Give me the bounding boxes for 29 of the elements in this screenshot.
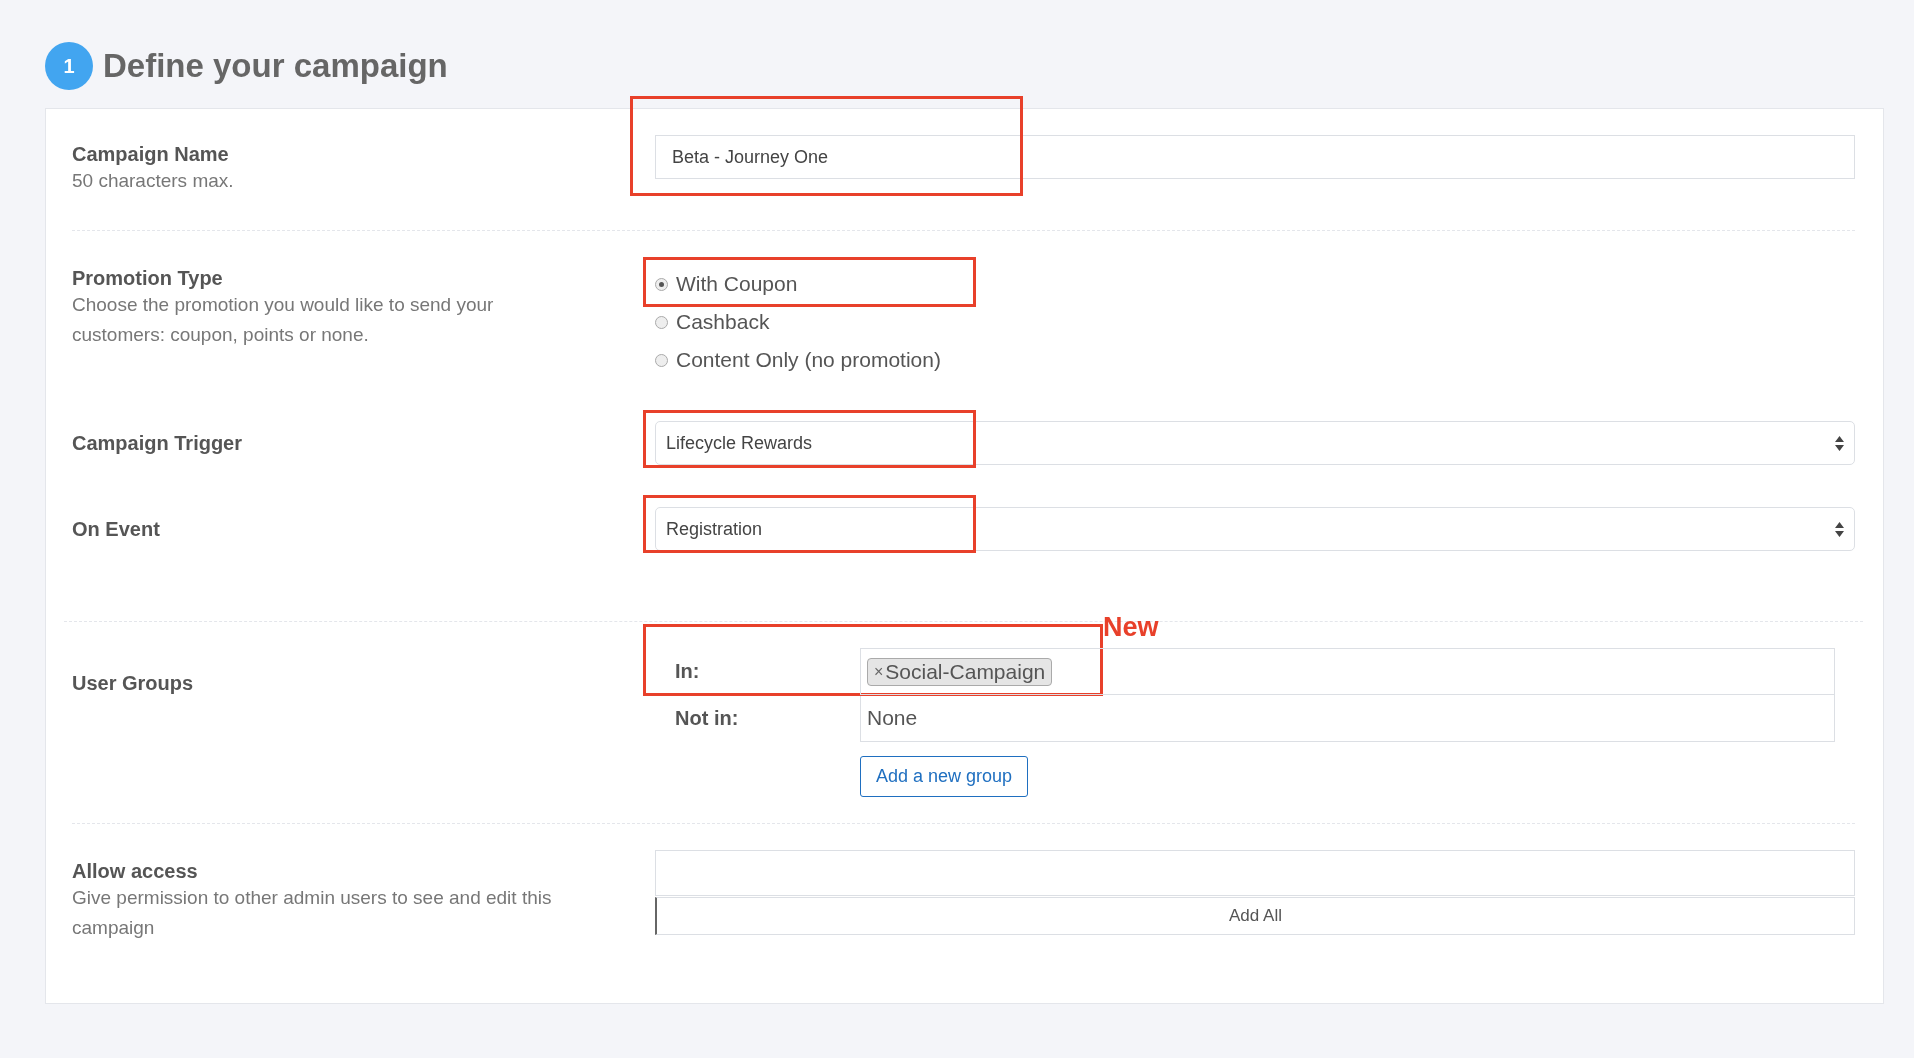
campaign-name-input[interactable]: Beta - Journey One — [655, 135, 1855, 179]
field-label: Campaign Name — [72, 143, 230, 166]
field-label: Promotion Type — [72, 267, 224, 290]
dropdown-arrows-icon — [1835, 435, 1844, 451]
remove-tag-icon[interactable]: × — [874, 662, 884, 681]
field-label: Campaign Trigger — [72, 431, 244, 455]
group-input[interactable]: ×Social-Campaign — [860, 648, 1835, 695]
add-all-button[interactable]: Add All — [655, 897, 1855, 935]
group-tag: ×Social-Campaign — [867, 657, 1053, 686]
field-label: Not in: — [675, 707, 739, 730]
field-label: User Groups — [72, 672, 195, 695]
field-hint: 50 characters max. — [72, 169, 235, 193]
section-title: Define your campaign — [103, 47, 448, 85]
field-label: On Event — [72, 517, 161, 541]
radio-option[interactable]: Cashback — [655, 303, 1855, 341]
field-hint: Give permission to other admin users to see and edit this campaign — [72, 886, 553, 940]
annotation-text: New — [1103, 612, 1159, 643]
trigger-dropdown[interactable]: Lifecycle Rewards — [655, 421, 1855, 465]
group-input[interactable]: None — [860, 695, 1835, 742]
field-label: In: — [675, 660, 700, 683]
add-group-button[interactable]: Add a new group — [860, 756, 1029, 797]
field-label: Allow access — [72, 860, 199, 883]
dropdown-arrows-icon — [1835, 521, 1844, 537]
radio-option[interactable]: Content Only (no promotion) — [655, 341, 1855, 379]
radio-option[interactable]: With Coupon — [655, 265, 1855, 303]
field-hint: Choose the promotion you would like to send your customers: coupon, points or none. — [72, 293, 495, 347]
event-dropdown[interactable]: Registration — [655, 507, 1855, 551]
access-input[interactable] — [655, 850, 1855, 896]
step-number-badge: 1 — [45, 42, 93, 90]
